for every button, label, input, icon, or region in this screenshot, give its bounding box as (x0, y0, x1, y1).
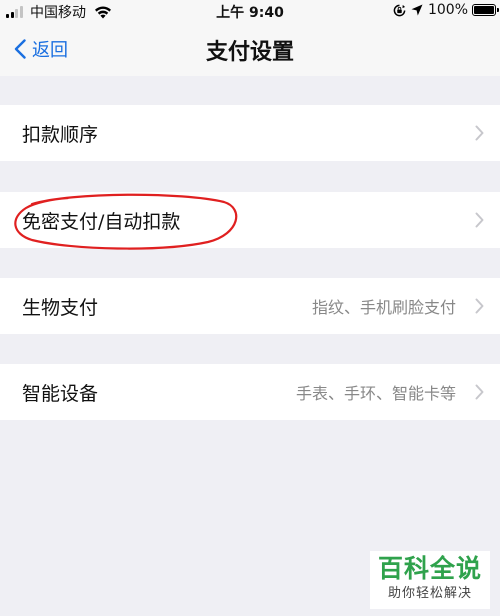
page-title: 支付设置 (205, 40, 294, 65)
chevron-right-icon (475, 125, 484, 141)
row-deduction-order[interactable]: 扣款顺序 (0, 105, 500, 161)
row-label: 扣款顺序 (22, 123, 99, 146)
row-smart-devices[interactable]: 智能设备 手表、手环、智能卡等 (0, 364, 500, 420)
rotation-lock-icon (393, 4, 406, 16)
row-value: 手表、手环、智能卡等 (295, 384, 456, 403)
location-arrow-icon (411, 4, 423, 16)
battery-percent: 100% (427, 2, 468, 18)
status-right: 100% (393, 2, 499, 18)
row-label: 智能设备 (22, 382, 99, 405)
battery-fill (474, 6, 494, 14)
chevron-right-icon (475, 212, 484, 228)
battery-icon (472, 4, 499, 16)
row-label: 生物支付 (22, 296, 99, 319)
screen: 中国移动 上午 9:40 100% 返回 支付设置 扣款顺序 免密支付/自动扣款… (0, 0, 500, 616)
row-label: 免密支付/自动扣款 (22, 210, 181, 233)
watermark: 百科全说 助你轻松解决 (370, 551, 490, 609)
nav-bar: 返回 支付设置 (0, 22, 500, 76)
row-password-free-payment[interactable]: 免密支付/自动扣款 (0, 192, 500, 248)
row-biometric-payment[interactable]: 生物支付 指纹、手机刷脸支付 (0, 278, 500, 334)
chevron-right-icon (475, 384, 484, 400)
watermark-subtitle: 助你轻松解决 (387, 586, 472, 601)
chevron-right-icon (475, 298, 484, 314)
status-bar: 中国移动 上午 9:40 100% (0, 0, 500, 22)
row-value: 指纹、手机刷脸支付 (311, 298, 456, 317)
watermark-title: 百科全说 (377, 554, 482, 583)
